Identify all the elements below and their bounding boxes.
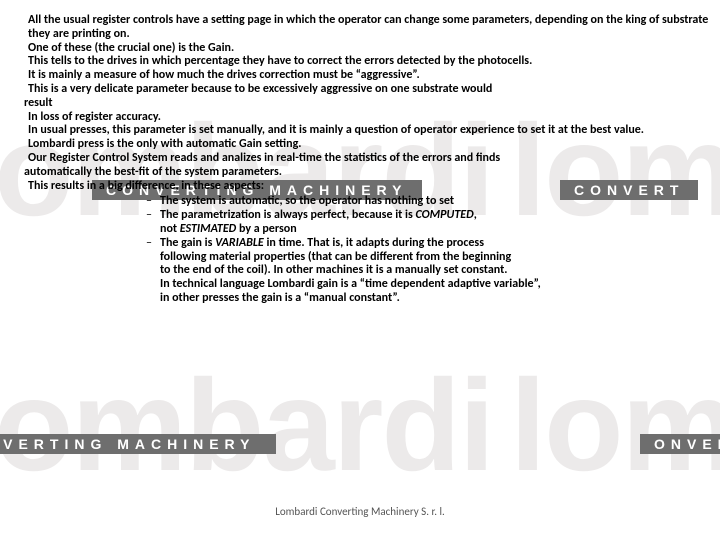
list-item-continuation: following material properties (that can … [146,251,714,265]
paragraph: One of these (the crucial one) is the Ga… [28,42,714,56]
watermark-word: lombardi [0,360,493,490]
paragraph: In loss of register accuracy. [28,111,714,125]
bullet-dash-icon: – [146,209,152,223]
paragraph: Lombardi press is the only with automati… [28,138,714,152]
bullet-dash-icon: – [146,237,152,251]
list-item-continuation: In technical language Lombardi gain is a… [146,278,714,292]
watermark-tag: ONVERT [640,434,720,454]
list-item-text: The gain is VARIABLE in time. That is, i… [160,236,484,250]
bullet-list: – The system is automatic, so the operat… [28,195,714,305]
list-item-text: The parametrization is always perfect, b… [160,208,477,222]
paragraph: It is mainly a measure of how much the d… [28,69,714,83]
list-item-continuation: in other presses the gain is a “manual c… [146,292,714,306]
paragraph: automatically the best-fit of the system… [24,166,714,180]
footer-company-name: Lombardi Converting Machinery S. r. l. [0,505,720,518]
list-item-continuation: not ESTIMATED by a person [146,223,714,237]
list-item: – The system is automatic, so the operat… [146,195,714,209]
list-item: – The parametrization is always perfect,… [146,209,714,223]
paragraph: All the usual register controls have a s… [28,14,714,42]
paragraph: result [24,97,714,111]
paragraph: This results in a big difference, in the… [28,180,714,194]
watermark-tag: CONVERTING MACHINERY [0,434,276,454]
paragraph: This is a very delicate parameter becaus… [28,83,714,97]
paragraph: This tells to the drives in which percen… [28,55,714,69]
paragraph: In usual presses, this parameter is set … [28,124,714,138]
list-item-continuation: to the end of the coil). In other machin… [146,264,714,278]
paragraph: Our Register Control System reads and an… [28,152,714,166]
list-item: – The gain is VARIABLE in time. That is,… [146,237,714,251]
list-item-text: The system is automatic, so the operator… [160,194,454,208]
watermark-word: lom [510,360,720,490]
bullet-dash-icon: – [146,195,152,209]
slide-body: All the usual register controls have a s… [28,14,714,306]
